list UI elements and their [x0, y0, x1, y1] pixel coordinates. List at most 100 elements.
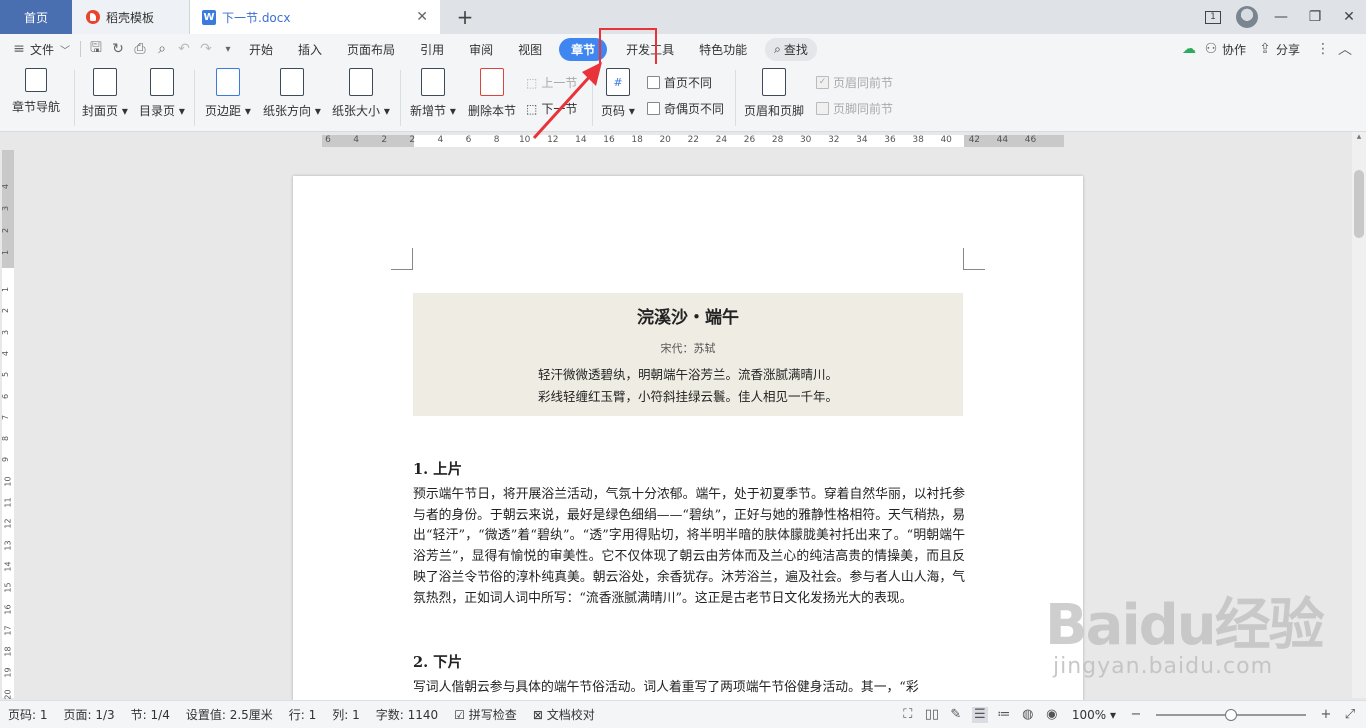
search-button[interactable]: ⌕ 查找: [765, 37, 817, 61]
tab-view[interactable]: 视图: [518, 41, 542, 58]
ruler-tick-label: 22: [687, 135, 700, 145]
margins-label: 页边距 ▾: [205, 104, 251, 118]
ruler-tick-label: 4: [437, 135, 444, 145]
print-preview-icon[interactable]: ⌕: [151, 41, 173, 57]
ruler-tick-label: 42: [968, 135, 981, 145]
zoom-in-icon[interactable]: +: [1318, 707, 1334, 723]
horizontal-ruler[interactable]: 6 4 2 2 4 6 8 10 12 14 16 18 20 22 24 26 28 30 32 34 36 38 40 4…: [0, 132, 1366, 150]
ruler-tick-label: 32: [828, 135, 840, 145]
vruler-tick-label: 2: [1, 308, 11, 314]
reading-mode-icon[interactable]: ▯▯: [924, 707, 940, 723]
poem-body: 轻汗微微透碧纨，明朝端午浴芳兰。流香涨腻满晴川。 彩线轻缠红玉臂，小符斜挂绿云鬟…: [413, 364, 963, 408]
tab-document-label: 下一节.docx: [222, 10, 291, 25]
toc-page-button[interactable]: 目录页 ▾: [139, 68, 185, 119]
new-section-button[interactable]: 新增节 ▾: [410, 68, 456, 119]
close-window-button[interactable]: ✕: [1332, 0, 1366, 34]
cloud-sync-icon[interactable]: ☁: [1178, 41, 1200, 57]
ruler-tick-label: 30: [799, 135, 812, 145]
zoom-slider-thumb[interactable]: [1225, 708, 1237, 721]
new-section-icon: [420, 68, 445, 96]
zoom-level[interactable]: 100% ▾: [1064, 708, 1124, 722]
margins-button[interactable]: 页边距 ▾: [205, 68, 251, 119]
margins-icon: [215, 68, 240, 96]
header-footer-icon: [762, 68, 786, 96]
save-icon[interactable]: 🖫: [85, 37, 107, 61]
tab-home[interactable]: 首页: [0, 0, 72, 34]
proofread-icon: ⊠: [532, 708, 543, 722]
window-switch-button[interactable]: 1: [1196, 0, 1230, 34]
proofread-button[interactable]: ⊠ 文档校对: [525, 706, 603, 723]
output-icon[interactable]: ↻: [107, 41, 129, 57]
hamburger-icon[interactable]: ≡: [8, 41, 30, 57]
fullscreen-icon[interactable]: ⛶: [900, 707, 916, 723]
vertical-ruler[interactable]: 4 3 2 1 1 2 3 4 5 6 7 8 9 10 11 12 13 14 15 16 17 18 19 20: [0, 150, 16, 699]
odd-even-diff-checkbox[interactable]: 奇偶页不同: [647, 100, 724, 117]
edit-mode-icon[interactable]: ✎: [948, 707, 964, 723]
new-tab-button[interactable]: +: [450, 0, 480, 34]
minimize-button[interactable]: —: [1264, 0, 1298, 34]
watermark-logo: Baidu经验: [1045, 593, 1325, 658]
status-page[interactable]: 页面: 1/3: [56, 706, 123, 723]
vruler-tick-label: 4: [1, 350, 11, 356]
paper-size-button[interactable]: 纸张大小 ▾: [332, 68, 390, 119]
status-page-code[interactable]: 页码: 1: [0, 706, 56, 723]
user-avatar[interactable]: [1230, 0, 1264, 34]
tab-review[interactable]: 审阅: [469, 41, 493, 58]
close-tab-icon[interactable]: ✕: [416, 9, 428, 25]
delete-section-icon: [480, 68, 504, 96]
divider: [400, 70, 401, 126]
web-view-icon[interactable]: ◍: [1020, 707, 1036, 723]
menu-file[interactable]: 文件: [30, 41, 54, 58]
tab-features[interactable]: 特色功能: [699, 41, 747, 58]
status-word-count[interactable]: 字数: 1140: [368, 706, 446, 723]
delete-section-label: 删除本节: [468, 104, 517, 118]
cover-page-button[interactable]: 封面页 ▾: [82, 68, 128, 119]
scrollbar-thumb[interactable]: [1354, 170, 1364, 238]
odd-even-diff-label: 奇偶页不同: [664, 102, 725, 116]
cover-page-icon: [92, 68, 117, 96]
vruler-tick-label: 3: [1, 205, 11, 212]
header-same-prev-checkbox[interactable]: ✓ 页眉同前节: [816, 74, 893, 91]
more-options-icon[interactable]: ⋮: [1312, 41, 1334, 57]
print-icon[interactable]: ⎙: [129, 41, 151, 57]
scroll-up-icon[interactable]: ▴: [1352, 132, 1366, 142]
fit-page-icon[interactable]: ⤢: [1342, 707, 1358, 723]
zoom-slider[interactable]: [1156, 708, 1306, 721]
tab-docer-label: 稻壳模板: [106, 10, 155, 25]
undo-icon[interactable]: ↶: [173, 41, 195, 57]
document-page[interactable]: 浣溪沙・端午 宋代：苏轼 轻汗微微透碧纨，明朝端午浴芳兰。流香涨腻满晴川。 彩线…: [293, 176, 1083, 716]
tab-docer-templates[interactable]: 稻壳模板: [72, 0, 190, 34]
delete-section-button[interactable]: 删除本节: [468, 68, 516, 119]
chevron-down-icon[interactable]: ﹀: [54, 42, 76, 57]
checkbox-icon: [816, 102, 829, 115]
collapse-ribbon-icon[interactable]: ︿: [1334, 39, 1356, 59]
vruler-tick-label: 17: [3, 625, 13, 636]
status-section[interactable]: 节: 1/4: [123, 706, 178, 723]
tab-document[interactable]: W 下一节.docx ✕: [190, 0, 440, 34]
spell-check-button[interactable]: ☑ 拼写检查: [446, 706, 525, 723]
zoom-out-icon[interactable]: −: [1128, 707, 1144, 723]
divider: [74, 70, 75, 126]
page-view-icon[interactable]: ☰: [971, 706, 988, 723]
tab-page-layout[interactable]: 页面布局: [347, 41, 395, 58]
tab-start[interactable]: 开始: [249, 41, 273, 58]
orientation-button[interactable]: 纸张方向 ▾: [263, 68, 321, 119]
vertical-scrollbar[interactable]: ▴: [1352, 132, 1366, 698]
status-setting[interactable]: 设置值: 2.5厘米: [178, 706, 281, 723]
eye-protection-icon[interactable]: ◉: [1044, 707, 1060, 723]
footer-same-prev-checkbox[interactable]: 页脚同前节: [816, 100, 893, 117]
chapter-nav-button[interactable]: 章节导航: [12, 68, 60, 115]
collaborate-button[interactable]: 协作: [1222, 41, 1246, 58]
header-footer-button[interactable]: 页眉和页脚: [744, 68, 804, 119]
section-heading-1: 1. 上片: [413, 461, 463, 478]
tab-references[interactable]: 引用: [420, 41, 444, 58]
redo-icon[interactable]: ↷: [195, 41, 217, 57]
orientation-label: 纸张方向 ▾: [263, 104, 321, 118]
first-page-diff-checkbox[interactable]: 首页不同: [647, 74, 712, 91]
checkbox-icon: ✓: [816, 76, 829, 89]
outline-view-icon[interactable]: ≔: [996, 707, 1012, 723]
tab-insert[interactable]: 插入: [298, 41, 322, 58]
restore-button[interactable]: ❐: [1298, 0, 1332, 34]
more-quick-access-icon[interactable]: ▾: [217, 44, 239, 55]
share-button[interactable]: 分享: [1276, 41, 1300, 58]
